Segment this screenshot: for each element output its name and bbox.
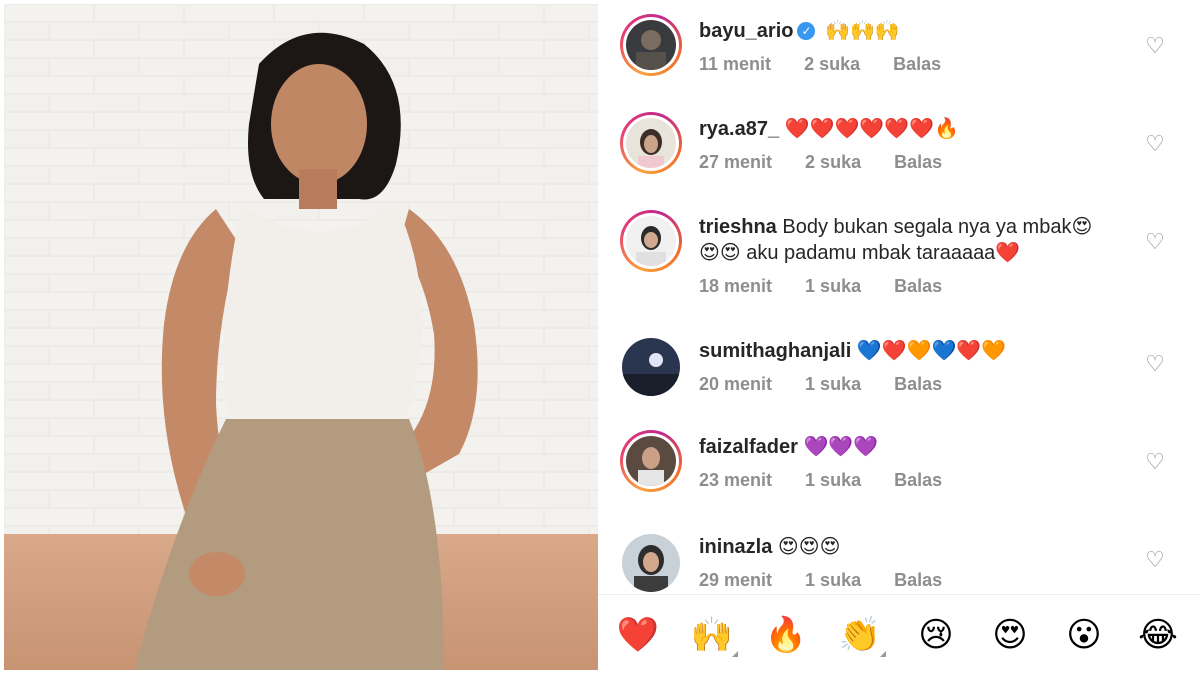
reaction-heart-eyes-icon[interactable]: 😍 bbox=[988, 615, 1032, 655]
comment-likes[interactable]: 1 suka bbox=[805, 276, 861, 296]
reaction-heart-icon[interactable]: ❤️ bbox=[616, 615, 660, 655]
reaction-raised-hands-icon[interactable]: 🙌 bbox=[690, 615, 734, 655]
quick-reactions-bar: ❤️ 🙌 🔥 👏 😢 😍 😮 😂 bbox=[598, 594, 1200, 676]
reply-button[interactable]: Balas bbox=[894, 152, 942, 172]
post-photo bbox=[4, 4, 598, 670]
comment-likes[interactable]: 1 suka bbox=[805, 470, 861, 490]
comment-likes[interactable]: 1 suka bbox=[805, 374, 861, 394]
like-heart-icon[interactable]: ♡ bbox=[1143, 230, 1167, 254]
reply-button[interactable]: Balas bbox=[894, 276, 942, 296]
reply-button[interactable]: Balas bbox=[894, 470, 942, 490]
reaction-laughing-icon[interactable]: 😂 bbox=[1136, 615, 1180, 655]
comment-likes[interactable]: 1 suka bbox=[805, 570, 861, 590]
avatar[interactable] bbox=[620, 210, 682, 272]
reply-button[interactable]: Balas bbox=[893, 54, 941, 74]
username[interactable]: faizalfader bbox=[699, 436, 798, 458]
avatar[interactable] bbox=[620, 430, 682, 492]
comment-time: 27 menit bbox=[699, 152, 773, 172]
comment-time: 20 menit bbox=[699, 374, 773, 394]
like-heart-icon[interactable]: ♡ bbox=[1143, 132, 1167, 156]
reply-button[interactable]: Balas bbox=[894, 570, 942, 590]
comment-text: Body bukan segala nya ya mbak😍 bbox=[782, 216, 1093, 238]
comments-panel: bayu_ario ✓ 🙌🙌🙌 11 menit 2 suka Balas ♡ r… bbox=[598, 0, 1200, 675]
comment-text: 💜💜💜 bbox=[803, 436, 879, 458]
like-heart-icon[interactable]: ♡ bbox=[1143, 34, 1167, 58]
comment-time: 18 menit bbox=[699, 276, 773, 296]
comment-likes[interactable]: 2 suka bbox=[805, 152, 861, 172]
comment-likes[interactable]: 2 suka bbox=[804, 54, 860, 74]
like-heart-icon[interactable]: ♡ bbox=[1143, 352, 1167, 376]
verified-badge-icon: ✓ bbox=[797, 21, 816, 40]
username[interactable]: sumithaghanjali bbox=[699, 340, 851, 362]
skin-tone-caret-icon[interactable] bbox=[732, 651, 738, 657]
like-heart-icon[interactable]: ♡ bbox=[1143, 548, 1167, 572]
woman-portrait-image bbox=[4, 4, 598, 670]
username[interactable]: trieshna bbox=[699, 216, 777, 238]
username[interactable]: ininazla bbox=[699, 536, 772, 558]
comment-text: ❤️❤️❤️❤️❤️❤️🔥 bbox=[784, 118, 959, 140]
reply-button[interactable]: Balas bbox=[894, 374, 942, 394]
comment-time: 11 menit bbox=[699, 54, 772, 74]
reaction-clap-icon[interactable]: 👏 bbox=[838, 615, 882, 655]
username[interactable]: bayu_ario bbox=[699, 20, 793, 42]
comment-text-continued: 😍😍 aku padamu mbak taraaaaa❤️ bbox=[699, 242, 1021, 264]
avatar[interactable] bbox=[620, 336, 682, 398]
skin-tone-caret-icon[interactable] bbox=[880, 651, 886, 657]
avatar[interactable] bbox=[620, 14, 682, 76]
comment-time: 29 menit bbox=[699, 570, 773, 590]
avatar[interactable] bbox=[620, 532, 682, 594]
comment-text: 😍😍😍 bbox=[777, 536, 841, 558]
avatar[interactable] bbox=[620, 112, 682, 174]
reaction-surprised-icon[interactable]: 😮 bbox=[1062, 615, 1106, 655]
comment-time: 23 menit bbox=[699, 470, 773, 490]
reaction-crying-icon[interactable]: 😢 bbox=[914, 615, 958, 655]
reaction-fire-icon[interactable]: 🔥 bbox=[764, 615, 808, 655]
comment-text: 💙❤️🧡💙❤️🧡 bbox=[856, 340, 1007, 362]
comment-text: 🙌🙌🙌 bbox=[825, 20, 900, 42]
username[interactable]: rya.a87_ bbox=[699, 118, 779, 140]
like-heart-icon[interactable]: ♡ bbox=[1143, 450, 1167, 474]
